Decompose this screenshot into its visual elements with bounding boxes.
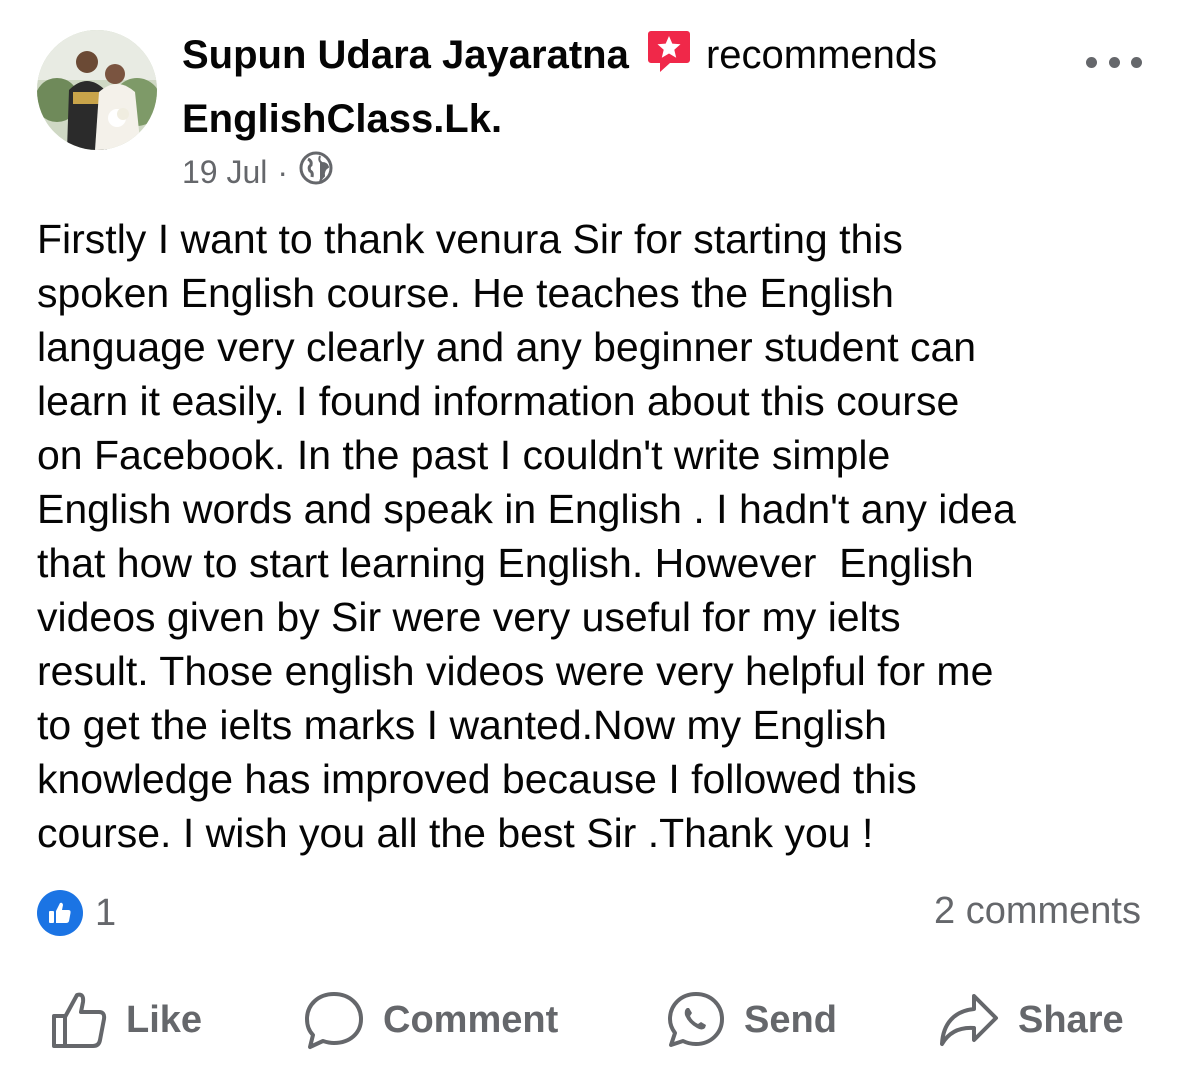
reactions-summary[interactable]: 1: [37, 890, 116, 936]
like-reaction-icon: [37, 890, 83, 936]
avatar-image: [37, 30, 157, 150]
recommends-text: recommends: [705, 33, 938, 77]
like-count: 1: [95, 891, 117, 934]
share-arrow-icon: [940, 994, 998, 1046]
meta-separator: ·: [277, 153, 289, 190]
share-label: Share: [1018, 998, 1124, 1041]
thumbs-up-icon: [52, 992, 107, 1048]
facebook-post: Supun Udara Jayaratna recommends English…: [0, 0, 1179, 1066]
send-label: Send: [744, 998, 837, 1041]
share-button[interactable]: Share: [938, 985, 1124, 1055]
whatsapp-icon: [668, 992, 724, 1047]
comments-count[interactable]: 2 comments: [934, 890, 1141, 933]
post-meta: 19 Jul ·: [182, 150, 334, 194]
post-body: Firstly I want to thank venura Sir for s…: [37, 216, 1016, 856]
more-options-icon[interactable]: [1086, 52, 1142, 72]
comment-bubble-icon: [305, 992, 363, 1049]
comment-label: Comment: [383, 998, 559, 1041]
send-button[interactable]: Send: [666, 985, 837, 1055]
like-button[interactable]: Like: [50, 985, 202, 1055]
comment-button[interactable]: Comment: [303, 985, 558, 1055]
page-name[interactable]: EnglishClass.Lk.: [182, 97, 502, 141]
recommend-icon: [646, 28, 692, 90]
avatar[interactable]: [37, 30, 157, 150]
globe-icon: [298, 150, 334, 194]
post-header: Supun Udara Jayaratna recommends English…: [182, 26, 1062, 148]
action-bar: Like Comment Send Share: [0, 985, 1179, 1055]
like-label: Like: [126, 998, 203, 1041]
post-date[interactable]: 19 Jul: [182, 154, 267, 191]
author-name[interactable]: Supun Udara Jayaratna: [182, 33, 629, 77]
